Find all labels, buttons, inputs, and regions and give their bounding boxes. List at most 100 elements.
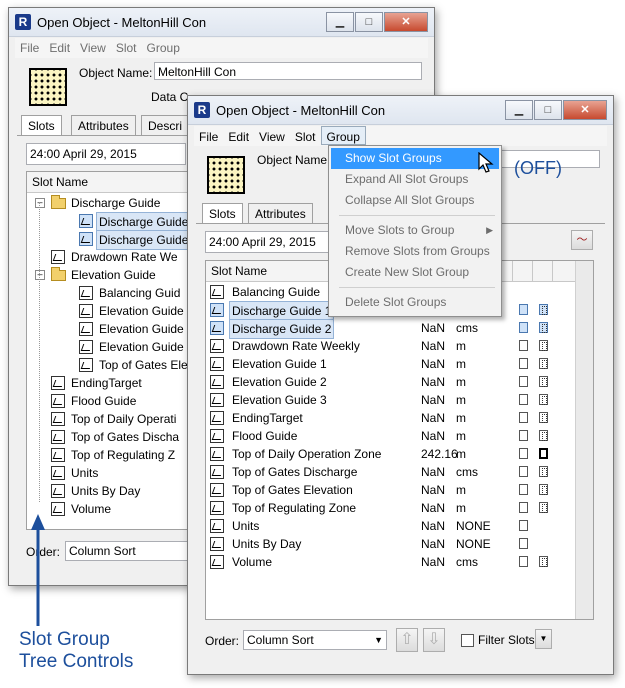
vertical-scrollbar[interactable] bbox=[575, 261, 593, 619]
minimize-icon[interactable]: ▁ bbox=[505, 100, 533, 120]
table-row[interactable]: Top of Regulating Zone NaN m bbox=[206, 499, 575, 517]
menu-item[interactable]: Expand All Slot Groups bbox=[331, 169, 499, 190]
menu-edit[interactable]: Edit bbox=[44, 38, 75, 55]
flag-box[interactable] bbox=[519, 358, 528, 369]
flag-box[interactable] bbox=[519, 484, 528, 495]
flag-box[interactable] bbox=[519, 430, 528, 441]
flag-box[interactable] bbox=[539, 484, 548, 495]
flag-box[interactable] bbox=[539, 376, 548, 387]
flag-box[interactable] bbox=[519, 304, 528, 315]
menu-slot[interactable]: Slot bbox=[290, 127, 321, 144]
tree-group-item[interactable]: – Discharge Guide bbox=[27, 194, 197, 212]
flag-box[interactable] bbox=[519, 502, 528, 513]
tree-slot-item[interactable]: Units By Day bbox=[27, 482, 197, 500]
flag-box[interactable] bbox=[519, 340, 528, 351]
tree-slot-item[interactable]: Top of Regulating Z bbox=[27, 446, 197, 464]
table-row[interactable]: Top of Gates Discharge NaN cms bbox=[206, 463, 575, 481]
table-row[interactable]: Top of Gates Elevation NaN m bbox=[206, 481, 575, 499]
table-row[interactable]: Drawdown Rate Weekly NaN m bbox=[206, 337, 575, 355]
back-order-select[interactable]: Column Sort bbox=[65, 541, 195, 561]
tree-slot-item[interactable]: Flood Guide bbox=[27, 392, 197, 410]
table-row[interactable]: Elevation Guide 2 NaN m bbox=[206, 373, 575, 391]
flag-box[interactable] bbox=[539, 412, 548, 423]
menu-item[interactable]: Remove Slots from Groups bbox=[331, 241, 499, 262]
back-tab-slots[interactable]: Slots bbox=[21, 115, 62, 136]
tree-slot-item[interactable]: Units bbox=[27, 464, 197, 482]
table-row[interactable]: Units NaN NONE bbox=[206, 517, 575, 535]
menu-item[interactable]: Create New Slot Group bbox=[331, 262, 499, 283]
front-tab-attributes[interactable]: Attributes bbox=[248, 203, 313, 224]
flag-box[interactable] bbox=[519, 376, 528, 387]
minimize-icon[interactable]: ▁ bbox=[326, 12, 354, 32]
table-row[interactable]: Elevation Guide 3 NaN m bbox=[206, 391, 575, 409]
flag-box[interactable] bbox=[519, 448, 528, 459]
flag-box[interactable] bbox=[519, 538, 528, 549]
menu-view[interactable]: View bbox=[254, 127, 290, 144]
table-row[interactable]: EndingTarget NaN m bbox=[206, 409, 575, 427]
flag-box[interactable] bbox=[539, 502, 548, 513]
table-row[interactable]: Volume NaN cms bbox=[206, 553, 575, 571]
menu-item[interactable]: Collapse All Slot Groups bbox=[331, 190, 499, 211]
tree-slot-item[interactable]: Discharge Guide bbox=[27, 212, 197, 232]
close-icon[interactable]: ✕ bbox=[563, 100, 607, 120]
flag-box[interactable] bbox=[519, 466, 528, 477]
front-order-select[interactable]: Column Sort ▼ bbox=[243, 630, 387, 650]
menu-edit[interactable]: Edit bbox=[223, 127, 254, 144]
flag-box[interactable] bbox=[539, 448, 548, 459]
flag-box[interactable] bbox=[539, 358, 548, 369]
tree-slot-item[interactable]: Top of Gates Discha bbox=[27, 428, 197, 446]
tree-slot-item[interactable]: EndingTarget bbox=[27, 374, 197, 392]
menu-slot[interactable]: Slot bbox=[111, 38, 142, 55]
filter-dropdown-icon[interactable]: ▼ bbox=[535, 629, 552, 649]
tree-slot-item[interactable]: Elevation Guide bbox=[27, 320, 197, 338]
tree-slot-item[interactable]: Discharge Guide bbox=[27, 230, 197, 250]
flag-box[interactable] bbox=[539, 394, 548, 405]
flag-box[interactable] bbox=[539, 322, 548, 333]
filter-slots-checkbox[interactable] bbox=[461, 634, 474, 647]
tree-slot-item[interactable]: Top of Daily Operati bbox=[27, 410, 197, 428]
table-row[interactable]: Top of Daily Operation Zone 242.16 m bbox=[206, 445, 575, 463]
back-tab-attributes[interactable]: Attributes bbox=[71, 115, 136, 136]
back-date-field[interactable]: 24:00 April 29, 2015 bbox=[26, 143, 186, 165]
tree-slot-item[interactable]: Drawdown Rate We bbox=[27, 248, 197, 266]
tree-slot-item[interactable]: Elevation Guide bbox=[27, 338, 197, 356]
front-tab-slots[interactable]: Slots bbox=[202, 203, 243, 224]
tree-slot-item[interactable]: Top of Gates Elev bbox=[27, 356, 197, 374]
move-up-icon[interactable]: ⇧ bbox=[396, 628, 418, 652]
collapse-icon[interactable]: – bbox=[35, 270, 45, 280]
menu-item[interactable]: Show Slot Groups bbox=[331, 148, 499, 169]
tree-group-item[interactable]: – Elevation Guide bbox=[27, 266, 197, 284]
menu-item[interactable]: Move Slots to Group ▶ bbox=[331, 220, 499, 241]
back-column-header[interactable]: Slot Name bbox=[27, 172, 197, 193]
flag-box[interactable] bbox=[519, 322, 528, 333]
close-icon[interactable]: ✕ bbox=[384, 12, 428, 32]
plot-icon[interactable]: 〜 bbox=[571, 230, 593, 250]
menu-group[interactable]: Group bbox=[320, 126, 366, 145]
flag-box[interactable] bbox=[519, 412, 528, 423]
flag-box[interactable] bbox=[519, 556, 528, 567]
table-row[interactable]: Flood Guide NaN m bbox=[206, 427, 575, 445]
collapse-icon[interactable]: – bbox=[35, 198, 45, 208]
flag-box[interactable] bbox=[539, 340, 548, 351]
maximize-icon[interactable]: □ bbox=[355, 12, 383, 32]
move-down-icon[interactable]: ⇩ bbox=[423, 628, 445, 652]
menu-file[interactable]: File bbox=[15, 38, 44, 55]
flag-box[interactable] bbox=[539, 430, 548, 441]
tree-slot-item[interactable]: Balancing Guid bbox=[27, 284, 197, 302]
table-row[interactable]: Elevation Guide 1 NaN m bbox=[206, 355, 575, 373]
flag-box[interactable] bbox=[519, 394, 528, 405]
back-tab-description[interactable]: Descri bbox=[141, 115, 190, 136]
table-row[interactable]: Units By Day NaN NONE bbox=[206, 535, 575, 553]
flag-box[interactable] bbox=[519, 520, 528, 531]
menu-group[interactable]: Group bbox=[142, 38, 185, 55]
back-titlebar[interactable]: R Open Object - MeltonHill Con ▁ □ ✕ bbox=[9, 8, 434, 37]
menu-view[interactable]: View bbox=[75, 38, 111, 55]
tree-slot-item[interactable]: Volume bbox=[27, 500, 197, 518]
object-name-field[interactable]: MeltonHill Con bbox=[154, 62, 422, 80]
flag-box[interactable] bbox=[539, 556, 548, 567]
flag-box[interactable] bbox=[539, 466, 548, 477]
table-row[interactable]: Discharge Guide 2 NaN cms bbox=[206, 319, 575, 339]
maximize-icon[interactable]: □ bbox=[534, 100, 562, 120]
menu-item[interactable]: Delete Slot Groups bbox=[331, 292, 499, 313]
tree-slot-item[interactable]: Elevation Guide bbox=[27, 302, 197, 320]
